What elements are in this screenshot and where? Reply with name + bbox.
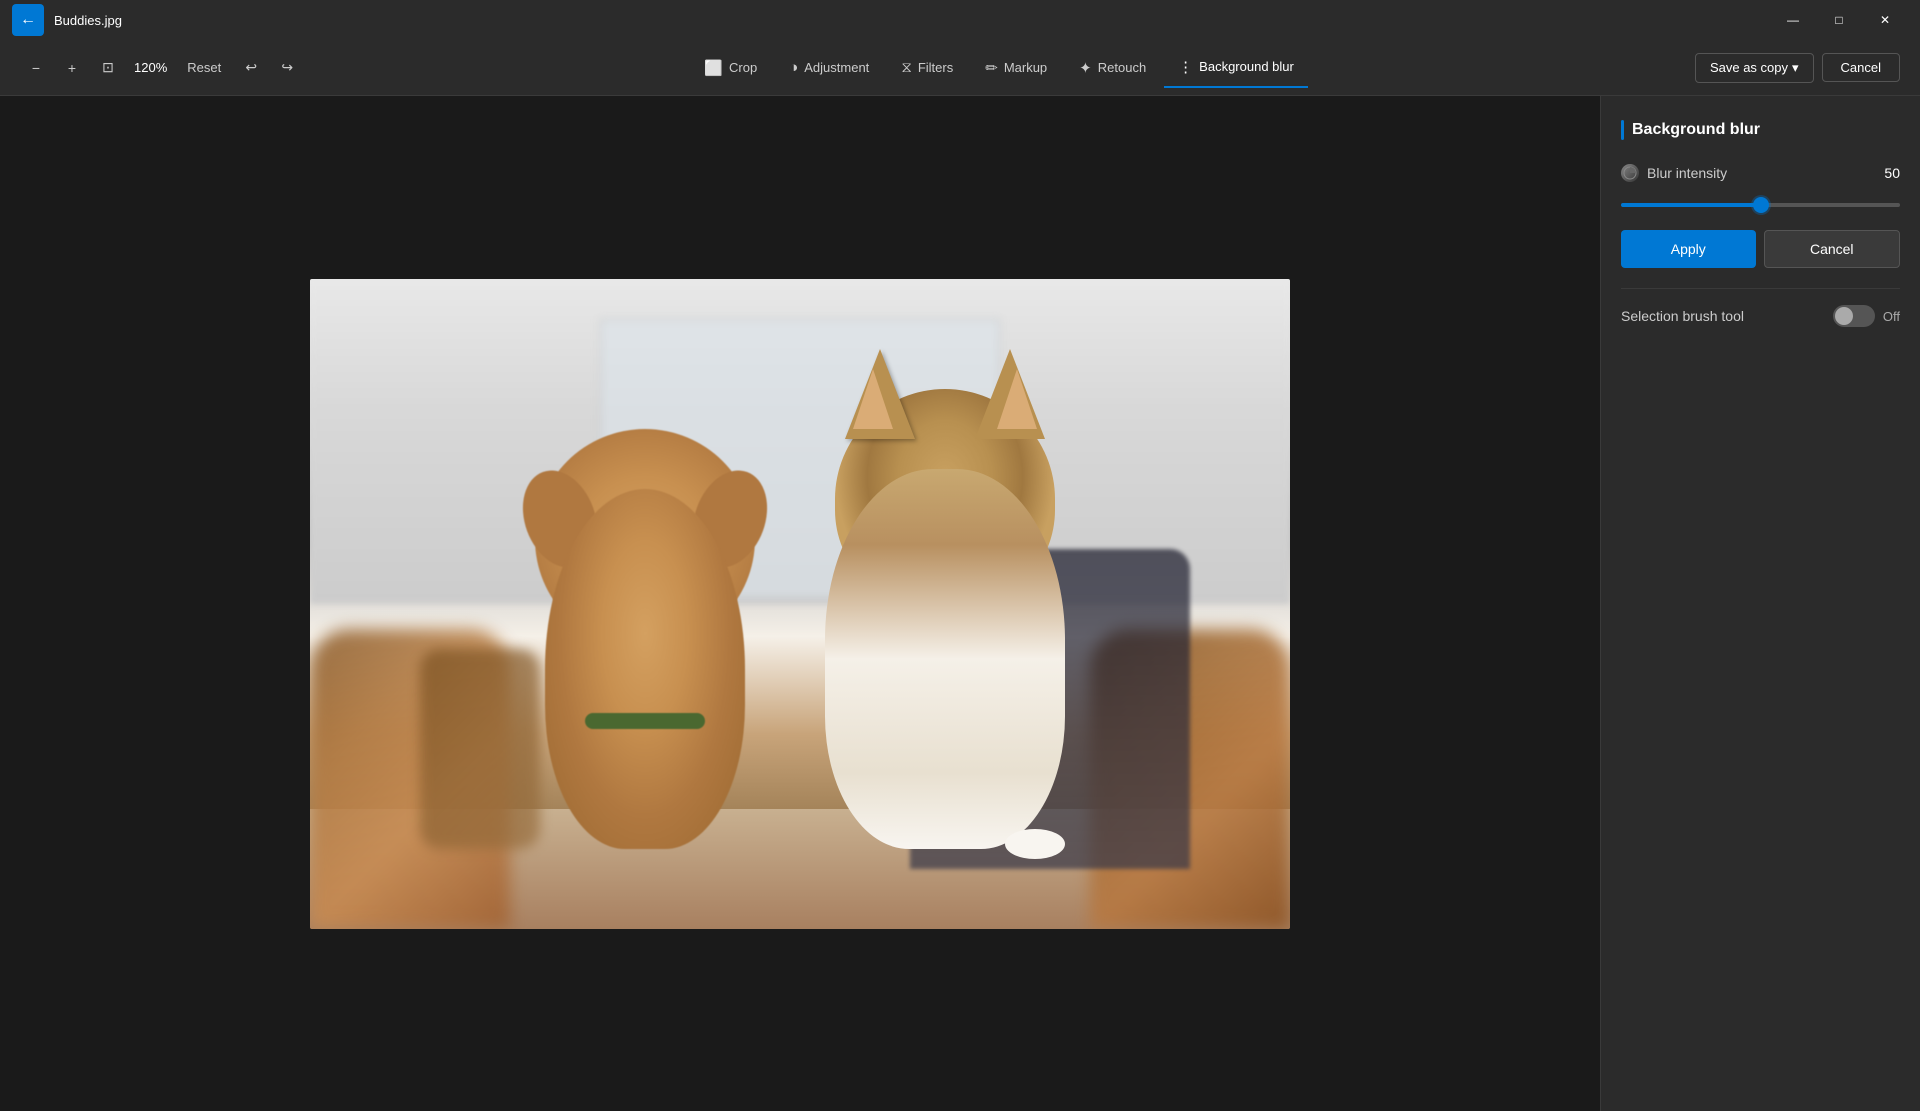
toggle-container: Off — [1833, 305, 1900, 327]
reset-label: Reset — [187, 60, 221, 75]
redo-icon: ↪ — [281, 59, 293, 76]
selection-brush-label: Selection brush tool — [1621, 308, 1744, 324]
dog-left — [515, 429, 775, 849]
crop-label: Crop — [729, 60, 757, 75]
toolbar-cancel-button[interactable]: Cancel — [1822, 53, 1900, 82]
titlebar-controls: — □ ✕ — [1770, 4, 1908, 36]
retouch-label: Retouch — [1098, 60, 1146, 75]
adjustment-icon: ◑ — [789, 59, 798, 76]
zoom-fit-icon: ⊡ — [102, 59, 114, 76]
image-container — [310, 279, 1290, 929]
panel-cancel-label: Cancel — [1810, 241, 1854, 257]
panel-title: Background blur — [1632, 121, 1760, 139]
background-blur-label: Background blur — [1199, 59, 1294, 74]
tool-filters[interactable]: ⧖ Filters — [887, 48, 967, 88]
toolbar-cancel-label: Cancel — [1841, 60, 1881, 75]
zoom-in-button[interactable]: + — [56, 52, 88, 84]
dropdown-arrow-icon: ▾ — [1792, 60, 1799, 76]
panel-divider — [1621, 288, 1900, 289]
dog-right-paw — [1005, 829, 1065, 859]
toolbar-center: ⬜ Crop ◑ Adjustment ⧖ Filters ✏ Markup ✦… — [303, 48, 1695, 88]
background-blur-icon: ⋮ — [1178, 58, 1193, 76]
toolbar: − + ⊡ 120% Reset ↩ ↪ ⬜ Crop ◑ Adjustment… — [0, 40, 1920, 96]
dog-right-ear-inner-right — [997, 369, 1037, 429]
titlebar: ← Buddies.jpg — □ ✕ — [0, 0, 1920, 40]
tool-adjustment[interactable]: ◑ Adjustment — [775, 48, 883, 88]
action-buttons: Apply Cancel — [1621, 230, 1900, 268]
dog-left-body — [545, 489, 745, 849]
undo-button[interactable]: ↩ — [235, 52, 267, 84]
toolbar-right: Save as copy ▾ Cancel — [1695, 53, 1900, 83]
apply-button[interactable]: Apply — [1621, 230, 1756, 268]
zoom-in-icon: + — [68, 60, 76, 76]
blur-intensity-text: Blur intensity — [1647, 165, 1727, 181]
zoom-out-icon: − — [32, 60, 40, 76]
apply-label: Apply — [1671, 241, 1706, 257]
selection-brush-row: Selection brush tool Off — [1621, 305, 1900, 327]
toggle-thumb — [1835, 307, 1853, 325]
toolbar-left: − + ⊡ 120% Reset ↩ ↪ — [20, 52, 303, 84]
maximize-icon: □ — [1835, 13, 1842, 27]
undo-icon: ↩ — [245, 59, 257, 76]
retouch-icon: ✦ — [1079, 59, 1092, 77]
panel-section-title: Background blur — [1621, 120, 1900, 140]
blur-intensity-slider[interactable] — [1621, 203, 1900, 207]
blur-value: 50 — [1884, 165, 1900, 181]
selection-brush-toggle[interactable] — [1833, 305, 1875, 327]
tool-crop[interactable]: ⬜ Crop — [690, 48, 771, 88]
reset-button[interactable]: Reset — [177, 56, 231, 79]
dog-right-body — [825, 469, 1065, 849]
zoom-fit-button[interactable]: ⊡ — [92, 52, 124, 84]
titlebar-left: ← Buddies.jpg — [12, 4, 122, 36]
titlebar-filename: Buddies.jpg — [54, 13, 122, 28]
save-as-copy-label: Save as copy — [1710, 60, 1788, 75]
redo-button[interactable]: ↪ — [271, 52, 303, 84]
filters-icon: ⧖ — [901, 59, 912, 76]
slider-container — [1621, 194, 1900, 210]
dog-scene — [310, 279, 1290, 929]
zoom-out-button[interactable]: − — [20, 52, 52, 84]
image-area — [0, 96, 1600, 1111]
filters-label: Filters — [918, 60, 953, 75]
blur-intensity-label: Blur intensity — [1621, 164, 1727, 182]
tool-retouch[interactable]: ✦ Retouch — [1065, 48, 1160, 88]
dogs-group — [515, 389, 1085, 849]
zoom-level: 120% — [128, 60, 173, 75]
blur-intensity-icon — [1621, 164, 1639, 182]
close-icon: ✕ — [1880, 13, 1890, 27]
crop-icon: ⬜ — [704, 59, 723, 77]
blur-intensity-row: Blur intensity 50 — [1621, 164, 1900, 182]
maximize-button[interactable]: □ — [1816, 4, 1862, 36]
back-button[interactable]: ← — [12, 4, 44, 36]
minimize-button[interactable]: — — [1770, 4, 1816, 36]
panel-title-bar-accent — [1621, 120, 1624, 140]
tool-markup[interactable]: ✏ Markup — [971, 48, 1061, 88]
save-as-copy-button[interactable]: Save as copy ▾ — [1695, 53, 1814, 83]
dog-left-collar — [585, 713, 705, 729]
right-panel: Background blur Blur intensity 50 Ap — [1600, 96, 1920, 1111]
back-icon: ← — [20, 11, 36, 29]
close-button[interactable]: ✕ — [1862, 4, 1908, 36]
dog-right — [805, 389, 1085, 849]
adjustment-label: Adjustment — [804, 60, 869, 75]
panel-cancel-button[interactable]: Cancel — [1764, 230, 1901, 268]
main-area: Background blur Blur intensity 50 Ap — [0, 96, 1920, 1111]
tool-background-blur[interactable]: ⋮ Background blur — [1164, 48, 1308, 88]
markup-label: Markup — [1004, 60, 1047, 75]
markup-icon: ✏ — [985, 59, 998, 77]
minimize-icon: — — [1787, 13, 1799, 27]
dog-right-ear-inner-left — [853, 369, 893, 429]
toggle-state-label: Off — [1883, 309, 1900, 324]
